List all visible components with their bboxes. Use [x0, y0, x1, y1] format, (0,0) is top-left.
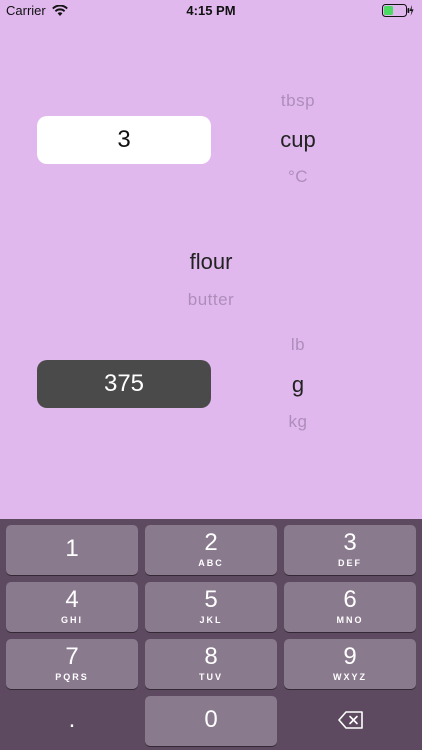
unit-from-option-above[interactable]: tbsp	[258, 91, 338, 111]
unit-from-selected[interactable]: cup	[258, 127, 338, 153]
clock: 4:15 PM	[186, 3, 236, 18]
key-0[interactable]: 0	[145, 696, 277, 746]
key-4[interactable]: 4 GHI	[6, 582, 138, 632]
key-letters: WXYZ	[333, 672, 367, 682]
key-5[interactable]: 5 JKL	[145, 582, 277, 632]
result-field: 375	[37, 360, 211, 408]
unit-to-selected[interactable]: g	[258, 372, 338, 398]
key-digit: 5	[204, 586, 218, 613]
key-letters: TUV	[199, 672, 223, 682]
key-digit: 0	[204, 706, 218, 733]
unit-to-option-above[interactable]: lb	[258, 335, 338, 355]
key-digit: 4	[65, 586, 79, 613]
key-letters: MNO	[336, 615, 364, 625]
key-2[interactable]: 2 ABC	[145, 525, 277, 575]
status-bar: Carrier 4:15 PM	[0, 0, 422, 22]
key-7[interactable]: 7 PQRS	[6, 639, 138, 689]
key-3[interactable]: 3 DEF	[284, 525, 416, 575]
key-digit: 7	[65, 643, 79, 670]
ingredient-selected[interactable]: flour	[150, 249, 272, 275]
key-8[interactable]: 8 TUV	[145, 639, 277, 689]
key-letters: DEF	[338, 558, 362, 568]
numeric-keypad: 1 2 ABC 3 DEF 4 GHI 5 JKL 6 MNO 7 PQRS 8…	[0, 519, 422, 750]
key-decimal[interactable]: .	[6, 696, 138, 746]
key-digit: 6	[343, 586, 357, 613]
amount-input[interactable]: 3	[37, 116, 211, 164]
delete-key[interactable]	[284, 696, 416, 746]
unit-from-option-below[interactable]: °C	[258, 167, 338, 187]
key-9[interactable]: 9 WXYZ	[284, 639, 416, 689]
key-digit: 2	[204, 529, 218, 556]
key-letters: PQRS	[55, 672, 89, 682]
unit-to-option-below[interactable]: kg	[258, 412, 338, 432]
key-letters: JKL	[199, 615, 223, 625]
key-1[interactable]: 1	[6, 525, 138, 575]
key-digit: 8	[204, 643, 218, 670]
key-digit: 3	[343, 529, 357, 556]
key-letters: GHI	[60, 615, 83, 625]
key-digit: .	[68, 706, 76, 733]
ingredient-option-below[interactable]: butter	[150, 290, 272, 310]
key-digit: 1	[65, 535, 79, 562]
delete-backspace-icon	[338, 710, 364, 735]
battery-icon	[382, 4, 414, 22]
key-digit: 9	[343, 643, 357, 670]
key-letters: ABC	[198, 558, 224, 568]
key-6[interactable]: 6 MNO	[284, 582, 416, 632]
